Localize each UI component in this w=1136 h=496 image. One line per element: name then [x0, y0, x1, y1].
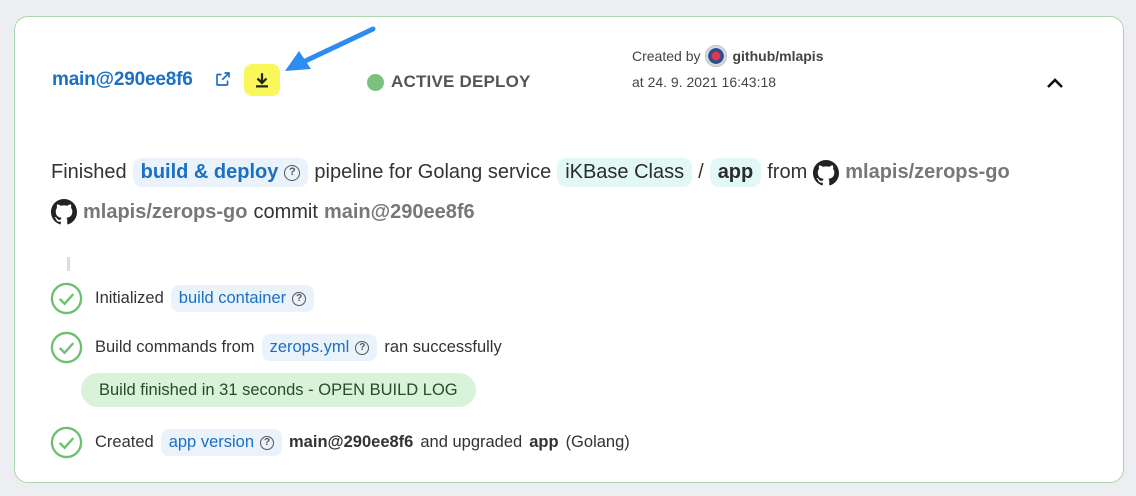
created-at-prefix: at: [632, 74, 644, 90]
zerops-yml-chip[interactable]: zerops.yml ?: [261, 334, 378, 361]
finished-text: Finished: [51, 161, 127, 183]
build-log-action: - OPEN BUILD LOG: [308, 380, 458, 399]
step-2-chip-label: zerops.yml: [269, 338, 350, 356]
step-app-version: Created app version ? main@290ee8f6 and …: [50, 426, 630, 459]
project-chip[interactable]: iKBase Class: [557, 158, 693, 187]
open-build-log-button[interactable]: Build finished in 31 seconds - OPEN BUIL…: [81, 373, 476, 407]
created-by: Created by github/mlapis: [632, 45, 823, 67]
help-icon[interactable]: ?: [284, 164, 301, 181]
step-1-chip-label: build container: [178, 289, 287, 307]
repo-name: mlapis/zerops-go: [845, 161, 1010, 183]
help-icon[interactable]: ?: [355, 340, 370, 355]
summary-line-2: mlapis/zerops-go commit main@290ee8f6: [51, 199, 475, 225]
build-log-text: Build finished in 31 seconds: [99, 380, 304, 399]
version-ref: main@290ee8f6: [289, 433, 414, 451]
pipeline-text: pipeline for Golang service: [314, 161, 552, 183]
github-icon: [813, 159, 840, 185]
deploy-status: ACTIVE DEPLOY: [367, 72, 531, 92]
repo-name-2: mlapis/zerops-go: [83, 200, 248, 223]
check-circle-icon: [50, 282, 83, 315]
summary-line-1: Finished build & deploy ? pipeline for G…: [51, 158, 1010, 187]
step-3-service: app: [529, 433, 559, 451]
annotation-arrow: [285, 26, 376, 71]
created-at: at 24. 9. 2021 16:43:18: [632, 74, 776, 90]
status-label: ACTIVE DEPLOY: [391, 72, 531, 91]
created-by-user[interactable]: github/mlapis: [732, 48, 823, 64]
download-button[interactable]: [244, 64, 280, 96]
help-icon[interactable]: ?: [260, 435, 275, 450]
status-dot: [367, 73, 384, 91]
chevron-up-icon[interactable]: [1043, 71, 1067, 95]
step-build-commands: Build commands from zerops.yml ? ran suc…: [50, 331, 502, 364]
step-initialized: Initialized build container ?: [50, 282, 315, 315]
help-icon[interactable]: ?: [292, 291, 307, 306]
step-2-prefix: Build commands from: [95, 338, 255, 356]
build-container-chip[interactable]: build container ?: [170, 285, 315, 312]
pipeline-chip[interactable]: build & deploy ?: [132, 158, 309, 187]
deploy-card: main@290ee8f6 ACTIVE DEPLOY Created by g…: [14, 16, 1124, 483]
avatar: [705, 45, 728, 67]
timeline-connector: [67, 257, 70, 271]
app-version-chip[interactable]: app version ?: [160, 429, 283, 456]
download-icon: [256, 73, 268, 88]
check-circle-icon: [50, 331, 83, 364]
repo-link[interactable]: mlapis/zerops-go: [813, 159, 1010, 186]
service-chip[interactable]: app: [709, 158, 762, 187]
step-3-chip-label: app version: [168, 433, 255, 451]
repo-link-2[interactable]: mlapis/zerops-go: [51, 199, 247, 225]
step-2-suffix: ran successfully: [384, 338, 502, 356]
step-3-suffix: (Golang): [565, 433, 630, 451]
slash: /: [698, 161, 704, 183]
check-circle-icon: [50, 426, 83, 459]
step-3-prefix: Created: [95, 433, 154, 451]
created-by-label: Created by: [632, 48, 701, 64]
commit-word: commit: [253, 200, 318, 223]
github-icon: [51, 199, 77, 225]
step-1-prefix: Initialized: [95, 289, 164, 307]
summary-commit-ref: main@290ee8f6: [323, 200, 475, 223]
pipeline-chip-label: build & deploy: [140, 161, 279, 183]
step-3-mid: and upgraded: [420, 433, 523, 451]
created-at-date: 24. 9. 2021 16:43:18: [647, 74, 777, 90]
external-link-icon[interactable]: [214, 70, 232, 88]
commit-link[interactable]: main@290ee8f6: [52, 69, 193, 91]
from-text: from: [767, 161, 808, 183]
